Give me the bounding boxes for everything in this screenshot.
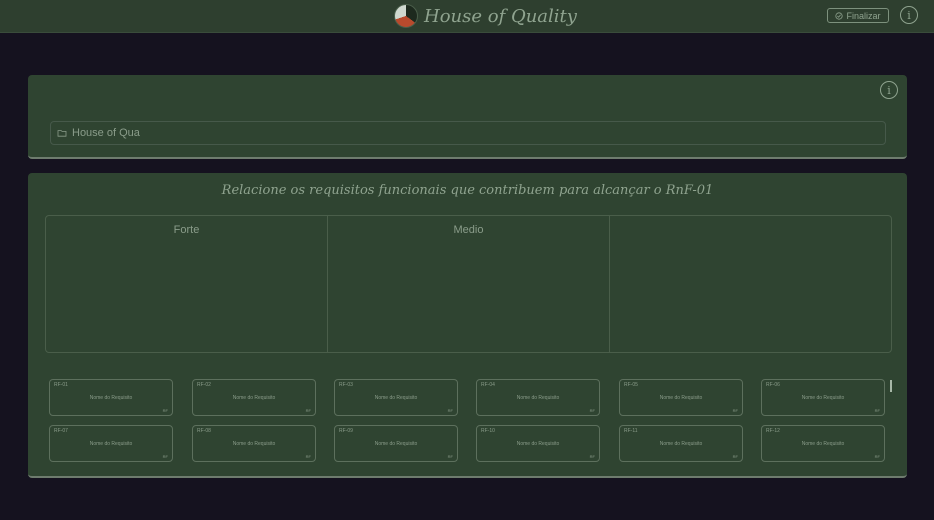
card-id: RF-09	[339, 428, 353, 434]
card-name: Nome do Requisito	[89, 395, 133, 401]
card-id: RF-05	[624, 382, 638, 388]
card-tag: RF	[589, 408, 595, 413]
app-title: House of Quality	[424, 5, 577, 27]
column-label-medio: Medio	[453, 224, 484, 236]
info-icon[interactable]: i	[900, 6, 918, 24]
panel-info-glyph: i	[887, 83, 891, 97]
document-name-value: House of Qua	[72, 127, 140, 139]
card-id: RF-10	[481, 428, 495, 434]
requirement-card[interactable]: RF-02 Nome do Requisito RF	[192, 379, 316, 416]
requirement-card[interactable]: RF-11 Nome do Requisito RF	[619, 425, 743, 462]
card-name: Nome do Requisito	[374, 441, 418, 447]
document-panel: i House of Qua	[28, 75, 907, 159]
card-id: RF-07	[54, 428, 68, 434]
card-id: RF-02	[197, 382, 211, 388]
card-id: RF-03	[339, 382, 353, 388]
requirement-card[interactable]: RF-01 Nome do Requisito RF	[49, 379, 173, 416]
house-of-quality-logo-icon	[394, 4, 418, 28]
card-name: Nome do Requisito	[516, 441, 560, 447]
card-tag: RF	[305, 454, 311, 459]
card-name: Nome do Requisito	[659, 441, 703, 447]
requirement-card[interactable]: RF-04 Nome do Requisito RF	[476, 379, 600, 416]
requirement-card[interactable]: RF-09 Nome do Requisito RF	[334, 425, 458, 462]
card-tag: RF	[732, 408, 738, 413]
card-tag: RF	[874, 454, 880, 459]
document-name-field[interactable]: House of Qua	[50, 121, 886, 145]
requirement-card[interactable]: RF-08 Nome do Requisito RF	[192, 425, 316, 462]
relation-columns: Forte Medio	[45, 215, 892, 353]
card-name: Nome do Requisito	[232, 395, 276, 401]
card-list-scrollbar[interactable]	[890, 380, 892, 392]
card-name: Nome do Requisito	[801, 395, 845, 401]
card-id: RF-01	[54, 382, 68, 388]
card-tag: RF	[447, 408, 453, 413]
dropzone-medio[interactable]: Medio	[328, 216, 610, 352]
relation-instruction: Relacione os requisitos funcionais que c…	[221, 183, 714, 198]
top-bar: House of Quality Finalizar i	[0, 0, 934, 33]
finalize-button-label: Finalizar	[846, 10, 881, 21]
card-tag: RF	[305, 408, 311, 413]
requirement-card[interactable]: RF-03 Nome do Requisito RF	[334, 379, 458, 416]
app-title-group: House of Quality	[394, 4, 577, 28]
card-tag: RF	[589, 454, 595, 459]
check-circle-icon	[835, 11, 844, 20]
requirement-card[interactable]: RF-07 Nome do Requisito RF	[49, 425, 173, 462]
card-tag: RF	[447, 454, 453, 459]
card-name: Nome do Requisito	[516, 395, 560, 401]
folder-icon	[57, 130, 67, 137]
card-name: Nome do Requisito	[89, 441, 133, 447]
card-name: Nome do Requisito	[659, 395, 703, 401]
card-tag: RF	[162, 454, 168, 459]
column-label-forte: Forte	[173, 224, 200, 236]
panel-info-icon[interactable]: i	[880, 81, 898, 99]
requirement-card-list: RF-01 Nome do Requisito RF RF-02 Nome do…	[49, 379, 895, 467]
card-id: RF-12	[766, 428, 780, 434]
relation-panel: Relacione os requisitos funcionais que c…	[28, 173, 907, 478]
card-id: RF-06	[766, 382, 780, 388]
card-name: Nome do Requisito	[801, 441, 845, 447]
requirement-card[interactable]: RF-05 Nome do Requisito RF	[619, 379, 743, 416]
card-id: RF-04	[481, 382, 495, 388]
card-id: RF-08	[197, 428, 211, 434]
card-id: RF-11	[624, 428, 638, 434]
dropzone-third[interactable]	[610, 216, 891, 352]
card-name: Nome do Requisito	[232, 441, 276, 447]
requirement-card[interactable]: RF-10 Nome do Requisito RF	[476, 425, 600, 462]
requirement-card[interactable]: RF-06 Nome do Requisito RF	[761, 379, 885, 416]
card-name: Nome do Requisito	[374, 395, 418, 401]
card-tag: RF	[874, 408, 880, 413]
card-tag: RF	[162, 408, 168, 413]
info-glyph: i	[907, 8, 911, 22]
dropzone-forte[interactable]: Forte	[46, 216, 328, 352]
requirement-card[interactable]: RF-12 Nome do Requisito RF	[761, 425, 885, 462]
card-tag: RF	[732, 454, 738, 459]
finalize-button[interactable]: Finalizar	[827, 8, 889, 23]
